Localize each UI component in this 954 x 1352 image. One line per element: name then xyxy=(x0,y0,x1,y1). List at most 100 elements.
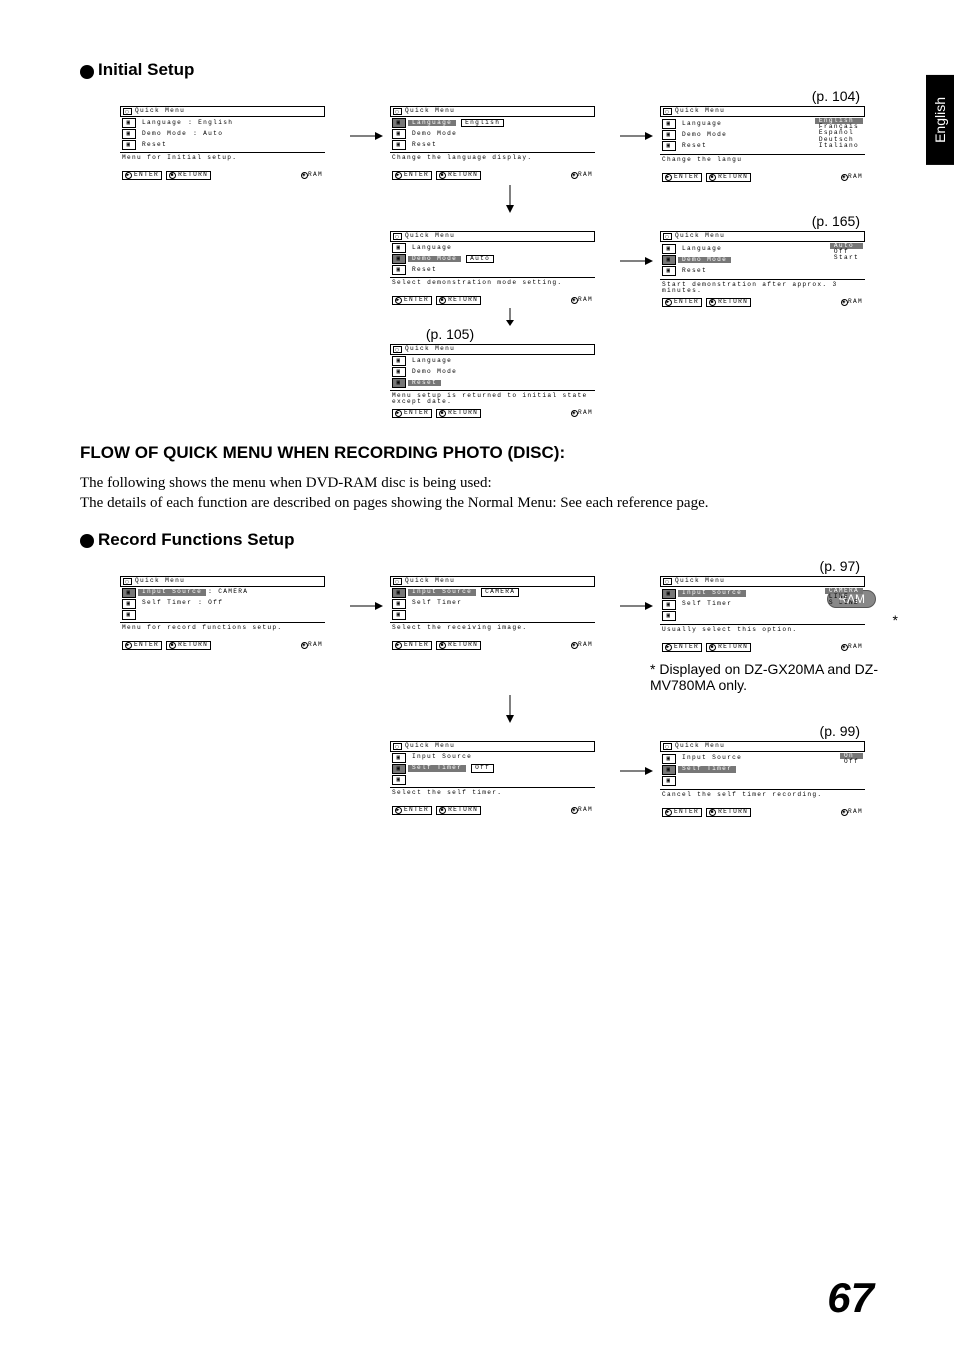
menu-corner-icon: ▢ xyxy=(123,108,132,115)
row-icon: ▣ xyxy=(122,129,136,139)
option-item: Start xyxy=(830,255,863,261)
menu-description: Usually select this option. xyxy=(662,627,863,641)
menu-corner-icon: ▢ xyxy=(393,346,402,353)
arrow-right-icon xyxy=(610,741,660,801)
menu-description: Cancel the self timer recording. xyxy=(662,792,863,806)
menu-item-value: Auto xyxy=(466,255,494,263)
menu-item-label: Input Source xyxy=(408,754,476,760)
row-icon: ▣ xyxy=(662,611,676,621)
menu-item-label: Language xyxy=(138,120,186,126)
row-icon: ▣ xyxy=(392,367,406,377)
menu-title: Quick Menu xyxy=(135,578,185,584)
return-indicator: ■RETURN xyxy=(436,806,481,815)
menu-corner-icon: ▢ xyxy=(663,108,672,115)
row-icon: ▣ xyxy=(662,119,676,129)
menu-item-label: Demo Mode xyxy=(678,132,731,138)
option-item: Off xyxy=(840,759,863,765)
disc-badge: ◉RAM xyxy=(571,410,593,417)
arrow-right-icon xyxy=(340,106,390,166)
menu-item-label: Reset xyxy=(138,142,171,148)
menu-item-label: Input Source xyxy=(678,755,746,761)
option-item: Italiano xyxy=(815,143,863,149)
row-icon: ▣ xyxy=(122,118,136,128)
menu-title: Quick Menu xyxy=(675,108,725,114)
language-tab: English xyxy=(926,75,954,165)
menu-item-label: Input Source xyxy=(138,589,206,595)
flow-heading: FLOW OF QUICK MENU WHEN RECORDING PHOTO … xyxy=(80,443,874,463)
menu-corner-icon: ▢ xyxy=(393,108,402,115)
enter-indicator: ▶ENTER xyxy=(122,641,162,650)
enter-indicator: ▶ENTER xyxy=(392,409,432,418)
menu-item-value: English xyxy=(461,119,504,127)
return-indicator: ■RETURN xyxy=(706,643,751,652)
footnote-text: * Displayed on DZ-GX20MA and DZ-MV780MA … xyxy=(650,661,890,693)
page-ref-165: (p. 165) xyxy=(80,213,860,229)
menu-corner-icon: ▢ xyxy=(663,743,672,750)
menu-item-label: Demo Mode xyxy=(408,131,461,137)
row-icon: ▣ xyxy=(662,141,676,151)
disc-badge: ◉RAM xyxy=(841,644,863,651)
disc-badge: ◉RAM xyxy=(571,642,593,649)
menu-item-label: Language xyxy=(408,120,456,126)
row-icon: ▣ xyxy=(392,118,406,128)
disc-badge: ◉RAM xyxy=(301,172,323,179)
disc-badge: ◉RAM xyxy=(301,642,323,649)
menu-item-label: Self Timer xyxy=(408,765,466,771)
arrow-right-icon xyxy=(610,106,660,166)
menu-initial-5: ▢Quick Menu▣Language▣Demo Mode▣ResetAuto… xyxy=(660,231,880,308)
row-icon: ▣ xyxy=(392,378,406,388)
menu-description: Menu for Initial setup. xyxy=(122,155,323,169)
return-indicator: ■RETURN xyxy=(166,171,211,180)
return-indicator: ■RETURN xyxy=(706,298,751,307)
arrow-down-icon xyxy=(500,308,874,326)
arrow-right-icon xyxy=(610,576,660,636)
row-icon: ▣ xyxy=(662,130,676,140)
return-indicator: ■RETURN xyxy=(436,296,481,305)
menu-item-label: Language xyxy=(678,121,726,127)
menu-item-label: Reset xyxy=(408,267,441,273)
disc-badge: ◉RAM xyxy=(841,809,863,816)
menu-title: Quick Menu xyxy=(405,743,455,749)
menu-corner-icon: ▢ xyxy=(123,578,132,585)
menu-item-value: : CAMERA xyxy=(208,589,248,595)
arrow-right-icon xyxy=(610,231,660,291)
menu-description: Select the receiving image. xyxy=(392,625,593,639)
record-setup-heading: Record Functions Setup xyxy=(80,530,874,550)
menu-title: Quick Menu xyxy=(675,233,725,239)
menu-item-value: CAMERA xyxy=(481,588,519,596)
menu-description: Change the language display. xyxy=(392,155,593,169)
menu-item-value: Off xyxy=(471,764,494,772)
enter-indicator: ▶ENTER xyxy=(662,173,702,182)
page-ref-104: (p. 104) xyxy=(80,88,860,104)
menu-record-2: ▢Quick Menu▣Input SourceCAMERA▣Self Time… xyxy=(390,576,610,651)
menu-corner-icon: ▢ xyxy=(393,233,402,240)
enter-indicator: ▶ENTER xyxy=(662,298,702,307)
menu-title: Quick Menu xyxy=(675,743,725,749)
menu-title: Quick Menu xyxy=(135,108,185,114)
row-icon: ▣ xyxy=(392,610,406,620)
row-icon: ▣ xyxy=(392,140,406,150)
row-icon: ▣ xyxy=(662,255,676,265)
row-icon: ▣ xyxy=(662,754,676,764)
enter-indicator: ▶ENTER xyxy=(392,641,432,650)
row-icon: ▣ xyxy=(392,254,406,264)
return-indicator: ■RETURN xyxy=(436,409,481,418)
arrow-down-icon xyxy=(500,183,874,213)
menu-item-label: Input Source xyxy=(408,589,476,595)
disc-badge: ◉RAM xyxy=(571,297,593,304)
menu-description: Menu for record functions setup. xyxy=(122,625,323,639)
menu-title: Quick Menu xyxy=(405,578,455,584)
menu-item-label: Self Timer xyxy=(138,600,196,606)
return-indicator: ■RETURN xyxy=(706,173,751,182)
row-icon: ▣ xyxy=(392,775,406,785)
menu-item-label: Reset xyxy=(678,268,711,274)
row-icon: ▣ xyxy=(392,243,406,253)
menu-record-1: ▢Quick Menu▣Input Source : CAMERA▣Self T… xyxy=(120,576,340,651)
menu-item-label: Demo Mode xyxy=(138,131,191,137)
menu-title: Quick Menu xyxy=(405,108,455,114)
row-icon: ▣ xyxy=(662,600,676,610)
menu-title: Quick Menu xyxy=(675,578,725,584)
row-icon: ▣ xyxy=(392,764,406,774)
row-icon: ▣ xyxy=(662,266,676,276)
menu-title: Quick Menu xyxy=(405,233,455,239)
